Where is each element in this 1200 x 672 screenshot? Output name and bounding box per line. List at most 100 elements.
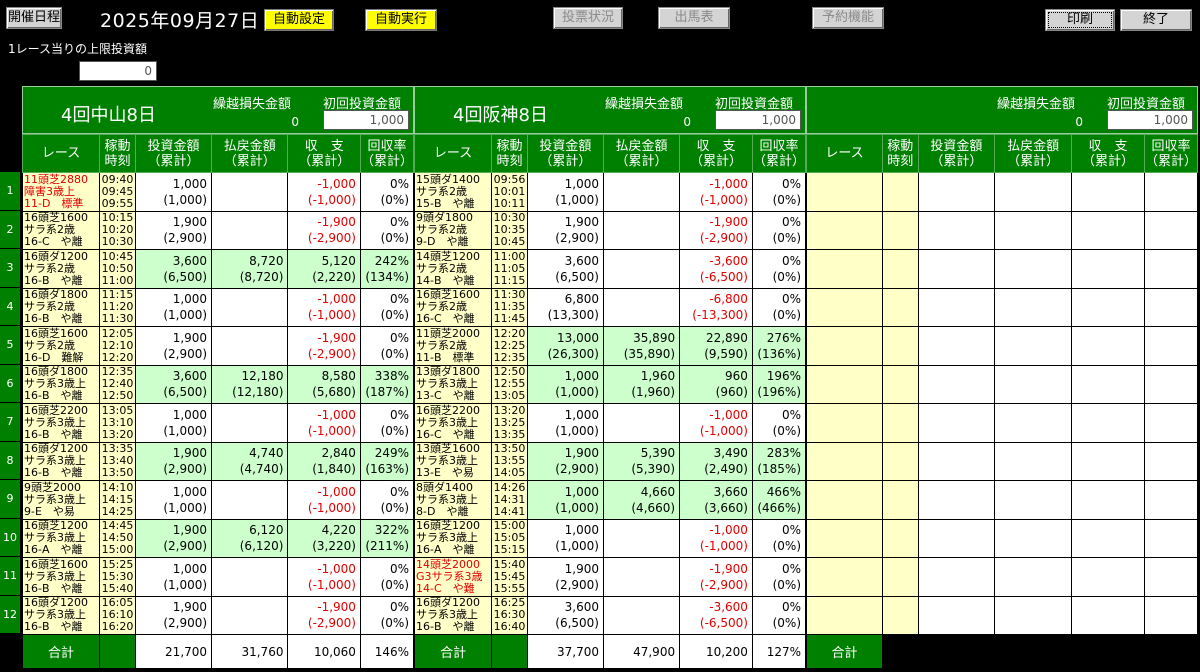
race-info-cell[interactable]: 16頭芝1200 サラ系3歳上 16-A や離 <box>413 518 493 558</box>
race-info-cell[interactable]: 13頭ダ1800 サラ系3歳上 13-C や離 <box>413 364 493 404</box>
race-info-cell[interactable]: 8頭ダ1400 サラ系3歳上 8-D や離 <box>413 480 493 520</box>
table-row[interactable] <box>805 287 1199 327</box>
table-row[interactable] <box>805 441 1199 481</box>
race-info-cell[interactable]: 16頭ダ1200 サラ系2歳 16-B や離 <box>21 249 101 289</box>
race-info-cell[interactable]: 16頭ダ1200 サラ系3歳上 16-B や離 <box>21 595 101 635</box>
table-row[interactable]: 16頭ダ1800 サラ系3歳上 16-B や離 12:35 12:40 12:50 3,60… <box>21 364 415 404</box>
table-row[interactable] <box>805 249 1199 289</box>
race-info-cell[interactable]: 15頭ダ1400 サラ系2歳 15-B や離 <box>413 172 493 212</box>
race-info-cell[interactable]: 16頭芝1600 サラ系2歳 16-C や離 <box>413 287 493 327</box>
payout-cell <box>211 557 289 597</box>
table-row[interactable]: 13頭芝1600 サラ系3歳上 13-E や易 13:50 13:55 14:05 1,90… <box>413 441 807 481</box>
table-row[interactable]: 8頭ダ1400 サラ系3歳上 8-D や離 14:26 14:31 14:41 1,000(… <box>413 480 807 520</box>
table-row[interactable]: 16頭ダ1200 サラ系3歳上 16-B や離 13:35 13:40 13:50 1,90… <box>21 441 415 481</box>
rate-cell: 0% (0%) <box>359 595 415 635</box>
table-row[interactable]: 9頭ダ1800 サラ系2歳 9-D や離 10:30 10:35 10:45 1,900 (2… <box>413 210 807 250</box>
table-row[interactable]: 14頭芝2000 G3サラ系3歳 14-C や難 15:40 15:45 15:55 1,9… <box>413 557 807 597</box>
time-cell <box>882 403 919 443</box>
race-info-cell[interactable] <box>805 480 884 520</box>
table-header: レース 稼動 時刻 投資金額 （累計） 払戻金額 （累計）収 支（累計） 回収率 （累計） <box>413 134 807 173</box>
race-info-cell[interactable]: 16頭ダ1800 サラ系3歳上 16-B や離 <box>21 364 101 404</box>
race-info-cell[interactable]: 11頭芝2000 サラ系2歳 11-B 標準 <box>413 326 493 366</box>
table-row[interactable]: 13頭ダ1800 サラ系3歳上 13-C や離 12:50 12:55 13:05 1,00… <box>413 364 807 404</box>
race-info-cell[interactable]: 16頭ダ1200 サラ系3歳上 16-B や離 <box>413 595 493 635</box>
table-row[interactable]: 16頭ダ1200 サラ系2歳 16-B や離 10:45 10:50 11:00 3,600… <box>21 249 415 289</box>
limit-input[interactable]: 0 <box>79 61 157 81</box>
race-info-cell[interactable] <box>805 249 884 289</box>
initial-investment-input[interactable]: 1,000 <box>715 110 801 130</box>
table-row[interactable] <box>805 364 1199 404</box>
table-row[interactable]: 16頭芝1600 サラ系2歳 16-C や離 10:15 10:20 10:30 1,900… <box>21 210 415 250</box>
table-row[interactable]: 16頭芝2200 サラ系3歳上 16-B や離 13:05 13:10 13:20 1,00… <box>21 403 415 443</box>
time-cell: 13:05 13:10 13:20 <box>99 403 136 443</box>
initial-investment-input[interactable]: 1,000 <box>323 110 409 130</box>
table-row[interactable] <box>805 595 1199 635</box>
schedule-button[interactable]: 開催日程 <box>6 7 62 29</box>
table-row[interactable]: 16頭ダ1800 サラ系2歳 16-B や離 11:15 11:20 11:30 1,000… <box>21 287 415 327</box>
carry-loss-label: 繰越損失金額 <box>997 97 1076 112</box>
race-info-cell[interactable]: 16頭芝1200 サラ系3歳上 16-A や離 <box>21 518 101 558</box>
race-card-button[interactable]: 出馬表 <box>658 7 730 29</box>
table-row[interactable]: 14頭芝1200 サラ系2歳 14-B や離 11:00 11:05 11:15 3,600… <box>413 249 807 289</box>
race-info-cell[interactable]: 16頭芝1600 サラ系3歳上 16-B や離 <box>21 557 101 597</box>
table-row[interactable]: 16頭ダ1200 サラ系3歳上 16-B や離 16:25 16:30 16:40 3,60… <box>413 595 807 635</box>
race-info-cell[interactable]: 16頭芝2200 サラ系3歳上 16-B や離 <box>21 403 101 443</box>
table-row[interactable]: 11頭芝2000 サラ系2歳 11-B 標準 12:20 12:25 12:35 13,00… <box>413 326 807 366</box>
auto-run-button[interactable]: 自動実行 <box>365 9 437 31</box>
table-row[interactable]: 16頭芝1200 サラ系3歳上 16-A や離 14:45 14:50 15:00 1,90… <box>21 518 415 558</box>
auto-setting-button[interactable]: 自動設定 <box>264 9 334 31</box>
print-button[interactable]: 印刷 <box>1045 9 1115 31</box>
race-info-cell[interactable]: 9頭芝2000 サラ系3歳上 9-E や易 <box>21 480 101 520</box>
reservation-button[interactable]: 予約機能 <box>812 7 884 29</box>
table-row[interactable] <box>805 210 1199 250</box>
table-row[interactable] <box>805 557 1199 597</box>
race-info-cell[interactable]: 14頭芝2000 G3サラ系3歳 14-C や難 <box>413 557 493 597</box>
time-cell: 15:00 15:05 15:15 <box>491 518 528 558</box>
balance-cell: 960 (960) <box>679 364 753 404</box>
rate-cell: 338% (187%) <box>359 364 415 404</box>
rate-cell: 0% (0%) <box>751 557 807 597</box>
table-row[interactable]: 15頭ダ1400 サラ系2歳 15-B や離 09:56 10:01 10:11 1,000… <box>413 172 807 212</box>
table-row[interactable]: 16頭芝2200 サラ系3歳上 16-C や離 13:20 13:25 13:35 1,00… <box>413 403 807 443</box>
initial-investment-input[interactable]: 1,000 <box>1107 110 1193 130</box>
race-info-cell[interactable] <box>805 210 884 250</box>
table-row[interactable] <box>805 172 1199 212</box>
time-cell <box>882 595 919 635</box>
table-row[interactable]: 16頭芝1600 サラ系3歳上 16-B や離 15:25 15:30 15:40 1,00… <box>21 557 415 597</box>
table-row[interactable] <box>805 326 1199 366</box>
balance-cell <box>1071 518 1145 558</box>
balance-cell: -1,900 (-2,900) <box>287 326 361 366</box>
race-info-cell[interactable] <box>805 403 884 443</box>
table-row[interactable]: 11頭芝2880 障害3歳上 11-D 標準 09:40 09:45 09:55 1,000… <box>21 172 415 212</box>
vote-status-button[interactable]: 投票状況 <box>553 7 623 29</box>
race-info-cell[interactable] <box>805 364 884 404</box>
col-race: レース <box>21 134 101 173</box>
race-info-cell[interactable] <box>805 172 884 212</box>
table-row[interactable]: 16頭ダ1200 サラ系3歳上 16-B や離 16:05 16:10 16:20 1,90… <box>21 595 415 635</box>
table-row[interactable] <box>805 480 1199 520</box>
race-info-cell[interactable] <box>805 557 884 597</box>
race-info-cell[interactable]: 9頭ダ1800 サラ系2歳 9-D や離 <box>413 210 493 250</box>
race-info-cell[interactable] <box>805 287 884 327</box>
race-info-cell[interactable] <box>805 441 884 481</box>
exit-button[interactable]: 終了 <box>1120 9 1192 31</box>
race-info-cell[interactable] <box>805 326 884 366</box>
balance-cell: -1,000 (-1,000) <box>287 403 361 443</box>
race-info-cell[interactable]: 16頭芝1600 サラ系2歳 16-C や離 <box>21 210 101 250</box>
race-info-cell[interactable]: 13頭芝1600 サラ系3歳上 13-E や易 <box>413 441 493 481</box>
race-info-cell[interactable]: 16頭ダ1800 サラ系2歳 16-B や離 <box>21 287 101 327</box>
race-info-cell[interactable]: 16頭ダ1200 サラ系3歳上 16-B や離 <box>21 441 101 481</box>
table-row[interactable]: 16頭芝1200 サラ系3歳上 16-A や離 15:00 15:05 15:15 1,00… <box>413 518 807 558</box>
race-info-cell[interactable]: 16頭芝1600 サラ系2歳 16-D 難解 <box>21 326 101 366</box>
invest-cell <box>917 172 996 212</box>
table-row[interactable]: 16頭芝1600 サラ系2歳 16-C や離 11:30 11:35 11:45 6,800… <box>413 287 807 327</box>
table-row[interactable]: 16頭芝1600 サラ系2歳 16-D 難解 12:05 12:10 12:20 1,900… <box>21 326 415 366</box>
table-row[interactable] <box>805 518 1199 558</box>
table-row[interactable]: 9頭芝2000 サラ系3歳上 9-E や易 14:10 14:15 14:25 1,000(… <box>21 480 415 520</box>
race-info-cell[interactable]: 11頭芝2880 障害3歳上 11-D 標準 <box>21 172 101 212</box>
race-info-cell[interactable]: 14頭芝1200 サラ系2歳 14-B や離 <box>413 249 493 289</box>
table-row[interactable] <box>805 403 1199 443</box>
race-info-cell[interactable] <box>805 518 884 558</box>
race-info-cell[interactable]: 16頭芝2200 サラ系3歳上 16-C や離 <box>413 403 493 443</box>
race-info-cell[interactable] <box>805 595 884 635</box>
